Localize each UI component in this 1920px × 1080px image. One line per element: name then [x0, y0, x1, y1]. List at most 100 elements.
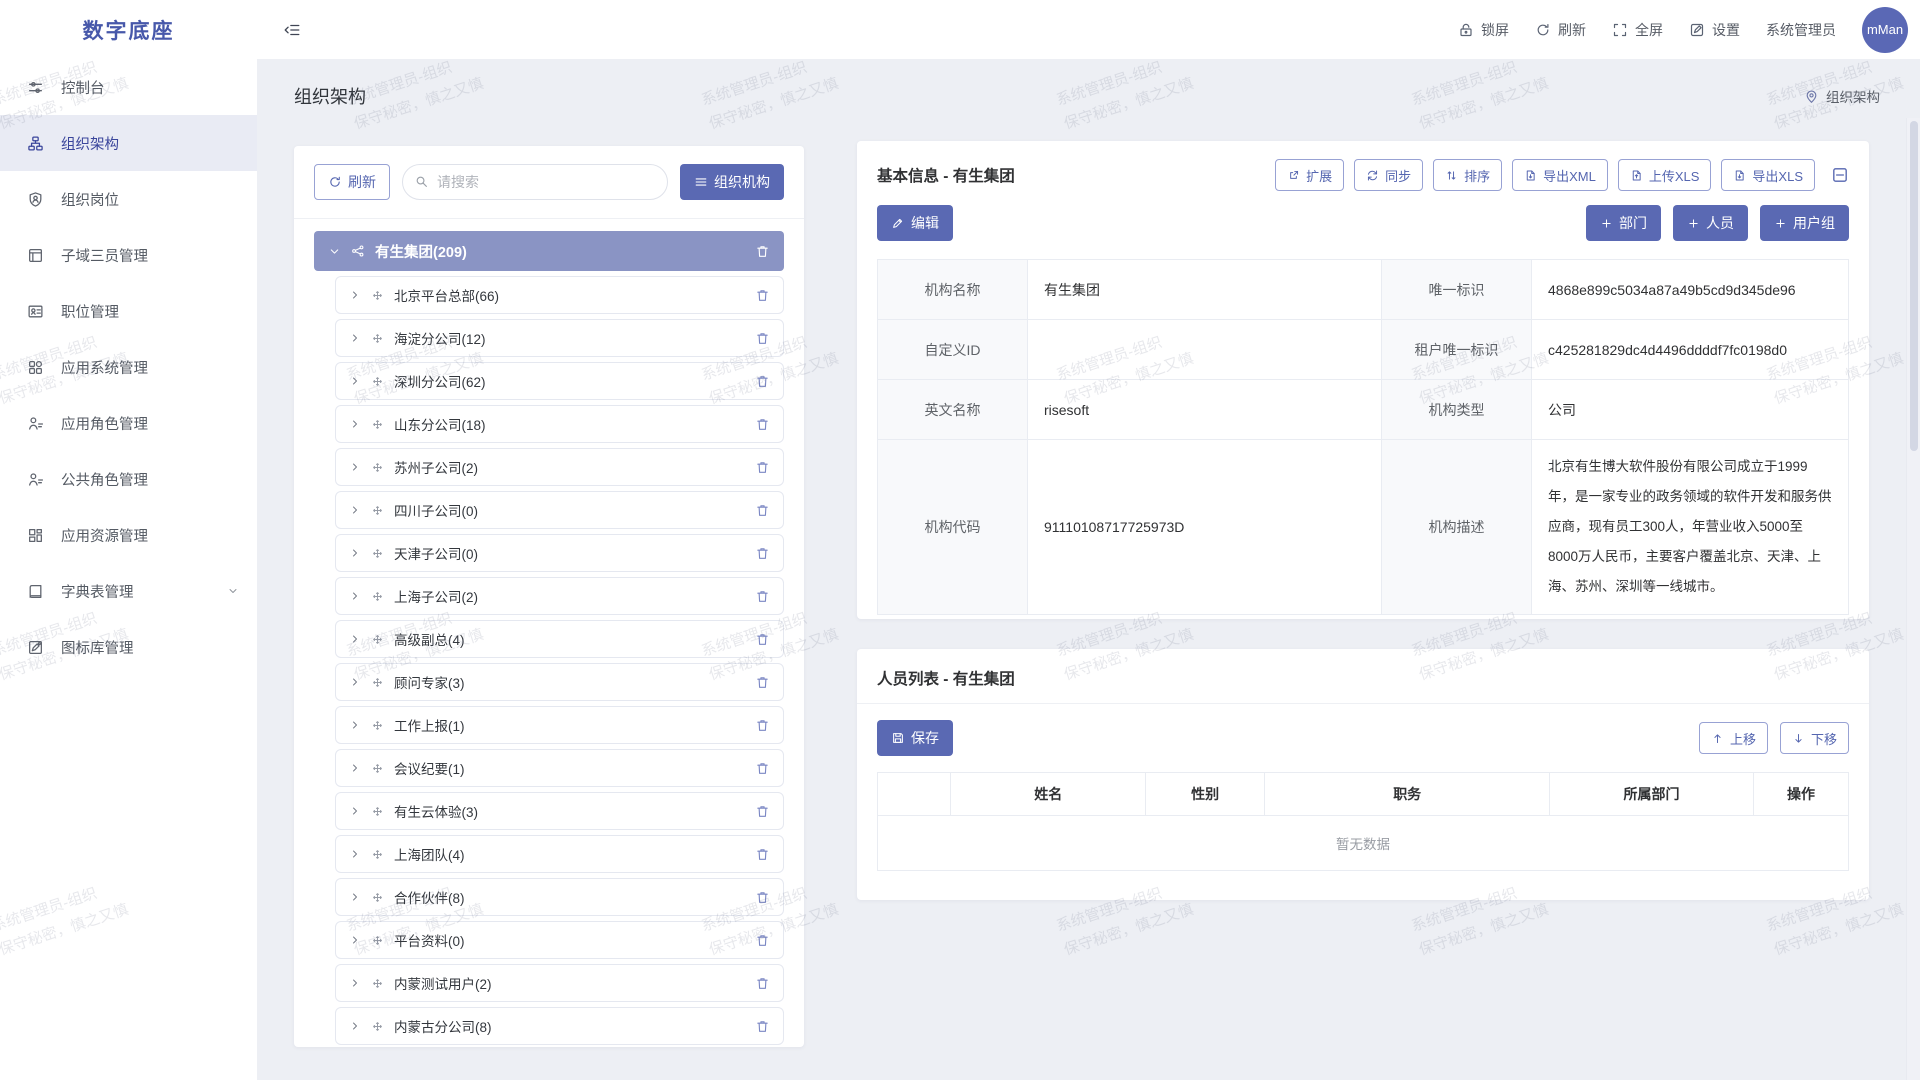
sidebar-item-图标库管理[interactable]: 图标库管理	[0, 619, 257, 675]
org-structure-button[interactable]: 组织机构	[680, 164, 784, 200]
tree-node[interactable]: 山东分公司(18)	[335, 405, 784, 443]
导出XLS-button[interactable]: 导出XLS	[1721, 159, 1815, 191]
drag-handle-icon[interactable]	[371, 848, 384, 861]
chevron-right-icon[interactable]	[349, 633, 361, 645]
tree-node[interactable]: 内蒙测试用户(2)	[335, 964, 784, 1002]
trash-icon[interactable]	[755, 976, 770, 991]
trash-icon[interactable]	[755, 847, 770, 862]
trash-icon[interactable]	[755, 331, 770, 346]
chevron-right-icon[interactable]	[349, 891, 361, 903]
tree-root-node[interactable]: 有生集团(209)	[314, 231, 784, 271]
sidebar-item-公共角色管理[interactable]: 公共角色管理	[0, 451, 257, 507]
lock-screen-button[interactable]: 锁屏	[1458, 20, 1509, 40]
drag-handle-icon[interactable]	[371, 1020, 384, 1033]
chevron-right-icon[interactable]	[349, 332, 361, 344]
trash-icon[interactable]	[755, 804, 770, 819]
chevron-right-icon[interactable]	[349, 977, 361, 989]
add-用户组-button[interactable]: 用户组	[1760, 205, 1849, 241]
drag-handle-icon[interactable]	[371, 289, 384, 302]
drag-handle-icon[interactable]	[371, 332, 384, 345]
trash-icon[interactable]	[755, 589, 770, 604]
trash-icon[interactable]	[755, 718, 770, 733]
user-avatar[interactable]: mMan	[1862, 7, 1908, 53]
tree-node[interactable]: 上海团队(4)	[335, 835, 784, 873]
上传XLS-button[interactable]: 上传XLS	[1618, 159, 1712, 191]
drag-handle-icon[interactable]	[371, 547, 384, 560]
chevron-right-icon[interactable]	[349, 848, 361, 860]
trash-icon[interactable]	[755, 546, 770, 561]
chevron-right-icon[interactable]	[349, 719, 361, 731]
扩展-button[interactable]: 扩展	[1275, 159, 1344, 191]
trash-icon[interactable]	[755, 244, 770, 259]
trash-icon[interactable]	[755, 503, 770, 518]
sidebar-item-组织架构[interactable]: 组织架构	[0, 115, 257, 171]
scrollbar-thumb[interactable]	[1910, 121, 1918, 451]
trash-icon[interactable]	[755, 890, 770, 905]
导出XML-button[interactable]: 导出XML	[1512, 159, 1608, 191]
drag-handle-icon[interactable]	[371, 762, 384, 775]
trash-icon[interactable]	[755, 417, 770, 432]
sidebar-item-应用角色管理[interactable]: 应用角色管理	[0, 395, 257, 451]
edit-button[interactable]: 编辑	[877, 205, 953, 241]
add-人员-button[interactable]: 人员	[1673, 205, 1748, 241]
chevron-right-icon[interactable]	[349, 289, 361, 301]
chevron-right-icon[interactable]	[349, 676, 361, 688]
refresh-button[interactable]: 刷新	[1535, 20, 1586, 40]
trash-icon[interactable]	[755, 933, 770, 948]
move-down-button[interactable]: 下移	[1780, 722, 1849, 754]
排序-button[interactable]: 排序	[1433, 159, 1502, 191]
tree-node[interactable]: 四川子公司(0)	[335, 491, 784, 529]
drag-handle-icon[interactable]	[371, 504, 384, 517]
tree-node[interactable]: 内蒙古分公司(8)	[335, 1007, 784, 1045]
drag-handle-icon[interactable]	[371, 934, 384, 947]
tree-node[interactable]: 会议纪要(1)	[335, 749, 784, 787]
drag-handle-icon[interactable]	[371, 590, 384, 603]
tree-node[interactable]: 合作伙伴(8)	[335, 878, 784, 916]
sidebar-item-子域三员管理[interactable]: 子域三员管理	[0, 227, 257, 283]
settings-button[interactable]: 设置	[1689, 20, 1740, 40]
tree-refresh-button[interactable]: 刷新	[314, 164, 390, 200]
move-up-button[interactable]: 上移	[1699, 722, 1768, 754]
sidebar-item-职位管理[interactable]: 职位管理	[0, 283, 257, 339]
drag-handle-icon[interactable]	[371, 719, 384, 732]
drag-handle-icon[interactable]	[371, 418, 384, 431]
vertical-scrollbar[interactable]	[1906, 118, 1920, 1080]
trash-icon[interactable]	[755, 374, 770, 389]
tree-node[interactable]: 高级副总(4)	[335, 620, 784, 658]
drag-handle-icon[interactable]	[371, 375, 384, 388]
drag-handle-icon[interactable]	[371, 805, 384, 818]
tree-node[interactable]: 深圳分公司(62)	[335, 362, 784, 400]
drag-handle-icon[interactable]	[371, 676, 384, 689]
chevron-right-icon[interactable]	[349, 504, 361, 516]
tree-node[interactable]: 平台资料(0)	[335, 921, 784, 959]
drag-handle-icon[interactable]	[371, 461, 384, 474]
tree-node[interactable]: 海淀分公司(12)	[335, 319, 784, 357]
tree-node[interactable]: 工作上报(1)	[335, 706, 784, 744]
tree-node[interactable]: 苏州子公司(2)	[335, 448, 784, 486]
save-button[interactable]: 保存	[877, 720, 953, 756]
drag-handle-icon[interactable]	[371, 977, 384, 990]
sidebar-item-应用资源管理[interactable]: 应用资源管理	[0, 507, 257, 563]
tree-node[interactable]: 有生云体验(3)	[335, 792, 784, 830]
add-部门-button[interactable]: 部门	[1586, 205, 1661, 241]
collapse-panel-icon[interactable]	[1831, 166, 1849, 184]
trash-icon[interactable]	[755, 675, 770, 690]
chevron-right-icon[interactable]	[349, 1020, 361, 1032]
chevron-right-icon[interactable]	[349, 590, 361, 602]
sidebar-item-控制台[interactable]: 控制台	[0, 59, 257, 115]
sidebar-item-应用系统管理[interactable]: 应用系统管理	[0, 339, 257, 395]
drag-handle-icon[interactable]	[371, 891, 384, 904]
trash-icon[interactable]	[755, 460, 770, 475]
tree-node[interactable]: 天津子公司(0)	[335, 534, 784, 572]
trash-icon[interactable]	[755, 288, 770, 303]
tree-search-input[interactable]	[402, 164, 668, 200]
menu-fold-icon[interactable]	[283, 21, 301, 39]
chevron-right-icon[interactable]	[349, 934, 361, 946]
chevron-right-icon[interactable]	[349, 418, 361, 430]
trash-icon[interactable]	[755, 632, 770, 647]
sidebar-item-字典表管理[interactable]: 字典表管理	[0, 563, 257, 619]
chevron-right-icon[interactable]	[349, 762, 361, 774]
fullscreen-button[interactable]: 全屏	[1612, 20, 1663, 40]
chevron-right-icon[interactable]	[349, 805, 361, 817]
trash-icon[interactable]	[755, 761, 770, 776]
